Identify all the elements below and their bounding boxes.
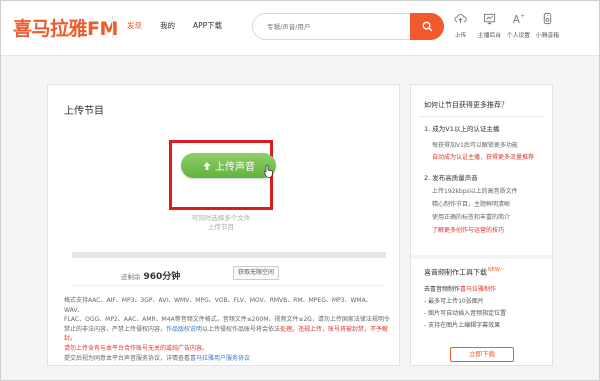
- speaker-icon: [543, 12, 552, 25]
- rules-line-3: 禁止的非法内容，严禁上传侵权内容，作品版权说明以上传侵权作品账号将会依法处理。违…: [64, 325, 390, 344]
- get-unlimited-space-button[interactable]: 获取无限空间: [233, 266, 279, 280]
- tool-speaker[interactable]: 小雅音箱: [533, 8, 562, 39]
- tip-2-title: 2. 发布高质量声音: [424, 174, 478, 182]
- tip-2-detail-1: 上传192kbps以上的高音质文件: [432, 188, 518, 195]
- page-title: 上传节目: [64, 106, 104, 117]
- tip-1-title: 1. 成为V1以上的认证主播: [424, 125, 500, 133]
- tool-settings-label: 个人设置: [506, 33, 531, 39]
- tool-intro-text: 去喜音频制作: [424, 286, 461, 293]
- tip-1-detail: 每获得加V1后可以解锁更多功能: [432, 142, 518, 149]
- rules-line-4: 请勿上传含有与本平台合作账号无关的或纯广告内容。: [64, 344, 209, 352]
- svg-text:A: A: [513, 15, 520, 25]
- tool-settings[interactable]: A + 个人设置: [504, 8, 533, 39]
- tool-studio-label: 主播后台: [477, 33, 502, 39]
- nav-item-app-download[interactable]: APP下载: [184, 0, 231, 56]
- copyright-link[interactable]: 作品版权说明: [166, 326, 202, 333]
- rules-line-3a: 禁止的非法内容，严禁上传侵权内容，: [64, 325, 167, 333]
- settings-icon: A +: [513, 14, 525, 25]
- tip-2-learn-more-link[interactable]: 了解更多创作与运营的技巧: [432, 225, 504, 234]
- tool-feature-1: - 最多可上传10张图片: [424, 298, 484, 305]
- tool-speaker-label: 小雅音箱: [535, 33, 560, 39]
- sidebar-divider: [419, 116, 545, 117]
- search-button[interactable]: [410, 13, 444, 40]
- rules-line-1: 格式支持AAC、AIF、MP3、3GP、AVI、WMV、MPG、VOB、FLV、…: [64, 297, 372, 314]
- sidebar-heading: 如何让节目获得更多推荐？: [424, 101, 508, 109]
- hand-cursor-icon: [263, 164, 273, 178]
- rules-line-3c: 以上传侵权作品账号将会依法: [202, 325, 281, 333]
- nav-item-mine[interactable]: 我的: [151, 0, 184, 56]
- download-button[interactable]: 立即下载: [450, 347, 514, 362]
- upload-panel: 上传节目 上传声音 可同时选择多个文件 上传节目 还剩余 960分钟 获取无限空间…: [47, 84, 400, 366]
- remaining-quota: 还剩余 960分钟: [121, 269, 180, 282]
- tool-name-link[interactable]: 喜马拉雅制作: [460, 286, 496, 293]
- upload-program-hint: 上传节目: [208, 223, 234, 231]
- search-box: [252, 13, 444, 40]
- upload-button-label: 上传声音: [215, 162, 255, 173]
- tool-upload-label: 上传: [454, 33, 467, 39]
- new-badge: NEW~: [488, 267, 505, 273]
- main-nav: 发现 我的 APP下载: [118, 0, 231, 56]
- storage-progress-bar: [72, 252, 386, 258]
- tip-2-detail-3: 使用正确的标签和丰富的简介: [432, 214, 511, 221]
- tool-upload[interactable]: 上传: [446, 8, 475, 39]
- tip-2-detail-2: 精心制作节目，主题鲜明清晰: [432, 201, 511, 208]
- recommend-sidebar: 如何让节目获得更多推荐？ 1. 成为V1以上的认证主播 每获得加V1后可以解锁更…: [410, 84, 553, 366]
- tools-heading: 喜音频制作工具下载NEW~: [424, 267, 504, 277]
- upload-arrow-icon: [203, 161, 211, 170]
- tool-feature-3: - 支持在图片上编辑字幕效果: [424, 322, 501, 329]
- top-header: 喜马拉雅FM 发现 我的 APP下载 上传 主播后台 A+ 个人设置 小雅音箱: [0, 0, 600, 56]
- divider: [72, 285, 386, 286]
- cloud-upload-icon: [454, 14, 467, 24]
- search-icon: [422, 21, 432, 32]
- search-input[interactable]: [267, 20, 387, 34]
- tip-1-benefit: 自动成为认证主播，获得更多流量推荐: [432, 154, 535, 161]
- sidebar-section-gap: [411, 255, 552, 259]
- svg-text:+: +: [520, 14, 525, 20]
- remaining-label: 还剩余: [121, 273, 141, 281]
- tool-feature-2: - 图片可自动插入音频指定位置: [424, 310, 507, 317]
- service-agreement-link[interactable]: 喜马拉雅用户服务协议: [190, 355, 250, 362]
- header-tools: 上传 主播后台 A + 个人设置 小雅音箱: [446, 8, 562, 39]
- upload-rules-text: 格式支持AAC、AIF、MP3、3GP、AVI、WMV、MPG、VOB、FLV、…: [64, 296, 390, 363]
- nav-item-discover[interactable]: 发现: [118, 0, 151, 56]
- rules-line-2: FLAC、OGG、MP2、AAC、AMR、M4A等音频文件格式，音频文件≤200…: [64, 316, 390, 324]
- rules-line-5a: 提交后视为同意本平台声音服务协议，详情查看: [64, 354, 191, 362]
- ximalaya-logo[interactable]: 喜马拉雅FM: [13, 14, 118, 41]
- header-divider: [112, 16, 113, 38]
- tools-heading-text: 喜音频制作工具下载: [424, 268, 487, 277]
- tool-studio[interactable]: 主播后台: [475, 8, 504, 39]
- tool-intro: 去喜音频制作喜马拉雅制作: [424, 284, 496, 293]
- remaining-value: 960分钟: [143, 272, 181, 282]
- rules-line-5: 提交后视为同意本平台声音服务协议，详情查看喜马拉雅用户服务协议: [64, 354, 390, 364]
- upload-button[interactable]: 上传声音: [181, 153, 276, 178]
- studio-icon: [483, 13, 496, 25]
